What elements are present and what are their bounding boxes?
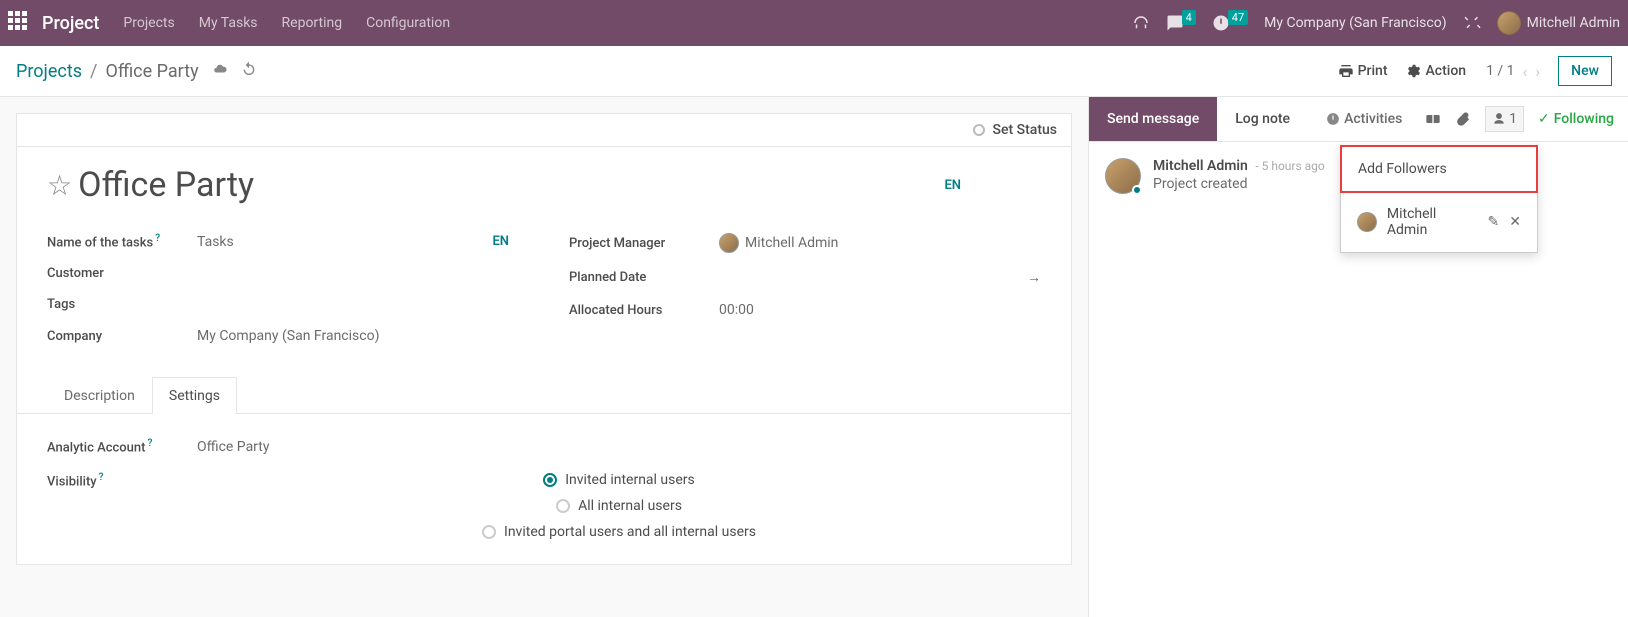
- pager-prev[interactable]: ‹: [1523, 62, 1528, 81]
- activities-badge: 47: [1228, 10, 1248, 25]
- chatter: Send message Log note Activities 1 ✓ Fol…: [1088, 97, 1628, 617]
- new-button[interactable]: New: [1558, 56, 1612, 86]
- debug-icon[interactable]: [1463, 14, 1481, 32]
- company-switcher[interactable]: My Company (San Francisco): [1264, 15, 1446, 31]
- analytic-label: Analytic Account?: [47, 438, 197, 455]
- tabs: Description Settings: [17, 376, 1071, 414]
- action-button[interactable]: Action: [1406, 63, 1467, 79]
- tags-label: Tags: [47, 297, 197, 312]
- message-text: Project created: [1153, 176, 1325, 192]
- breadcrumb-root[interactable]: Projects: [16, 61, 82, 82]
- help-icon[interactable]: ?: [147, 438, 152, 449]
- tasks-lang-badge[interactable]: EN: [492, 234, 509, 249]
- tab-settings[interactable]: Settings: [152, 377, 237, 414]
- print-button[interactable]: Print: [1338, 63, 1388, 79]
- print-label: Print: [1358, 63, 1388, 79]
- message-time: - 5 hours ago: [1255, 159, 1324, 173]
- follower-row[interactable]: Mitchell Admin ✎ ✕: [1341, 192, 1537, 252]
- log-note-button[interactable]: Log note: [1217, 97, 1308, 141]
- edit-icon[interactable]: ✎: [1488, 214, 1500, 230]
- message-author[interactable]: Mitchell Admin: [1153, 158, 1248, 174]
- nav-my-tasks[interactable]: My Tasks: [199, 15, 258, 31]
- help-icon[interactable]: ?: [155, 233, 160, 244]
- star-icon[interactable]: ☆: [47, 169, 72, 202]
- arrow-right-icon: →: [1027, 269, 1041, 286]
- remove-icon[interactable]: ✕: [1509, 214, 1521, 230]
- pager: 1 / 1 ‹ ›: [1486, 62, 1540, 81]
- app-title[interactable]: Project: [42, 13, 99, 34]
- top-nav: Project Projects My Tasks Reporting Conf…: [0, 0, 1628, 46]
- avatar: [1497, 11, 1521, 35]
- company-field[interactable]: My Company (San Francisco): [197, 328, 519, 344]
- avatar: [1357, 212, 1377, 232]
- project-title[interactable]: Office Party: [78, 165, 944, 205]
- following-button[interactable]: ✓ Following: [1538, 111, 1614, 127]
- visibility-option-2[interactable]: Invited portal users and all internal us…: [482, 524, 756, 540]
- alloc-label: Allocated Hours: [569, 303, 719, 318]
- control-bar: Projects / Office Party Print Action 1 /…: [0, 46, 1628, 97]
- nav-reporting[interactable]: Reporting: [282, 15, 343, 31]
- attachment-icon[interactable]: [1455, 111, 1471, 127]
- avatar: [719, 233, 739, 253]
- presence-icon: [1132, 185, 1142, 195]
- add-followers-button[interactable]: Add Followers: [1340, 145, 1538, 193]
- tasks-label: Name of the tasks?: [47, 233, 197, 250]
- lang-badge[interactable]: EN: [944, 178, 961, 193]
- visibility-option-1[interactable]: All internal users: [556, 498, 682, 514]
- activities-icon[interactable]: 47: [1212, 14, 1248, 32]
- action-label: Action: [1426, 63, 1467, 79]
- status-dot-icon: [973, 124, 985, 136]
- planned-label: Planned Date: [569, 270, 719, 285]
- alloc-field[interactable]: 00:00: [719, 302, 1041, 318]
- breadcrumb: Projects / Office Party: [16, 61, 199, 82]
- pm-label: Project Manager: [569, 236, 719, 251]
- analytic-field[interactable]: Office Party: [197, 439, 1041, 455]
- apps-icon[interactable]: [8, 11, 32, 35]
- tab-description[interactable]: Description: [47, 377, 152, 414]
- visibility-label: Visibility?: [47, 472, 197, 489]
- visibility-option-0[interactable]: Invited internal users: [543, 472, 695, 488]
- discard-icon[interactable]: [241, 61, 257, 81]
- set-status-button[interactable]: Set Status: [973, 122, 1057, 138]
- send-message-button[interactable]: Send message: [1089, 97, 1217, 141]
- breadcrumb-current: Office Party: [105, 61, 198, 82]
- cloud-icon[interactable]: [211, 62, 229, 80]
- set-status-label: Set Status: [993, 122, 1057, 138]
- pager-next[interactable]: ›: [1535, 62, 1540, 81]
- pager-text[interactable]: 1 / 1: [1486, 63, 1514, 79]
- messaging-badge: 4: [1182, 10, 1196, 25]
- book-icon[interactable]: [1425, 111, 1441, 127]
- customer-label: Customer: [47, 266, 197, 281]
- nav-projects[interactable]: Projects: [123, 15, 174, 31]
- voip-icon[interactable]: [1132, 14, 1150, 32]
- company-label: Company: [47, 329, 197, 344]
- followers-button[interactable]: 1: [1485, 106, 1524, 132]
- messaging-icon[interactable]: 4: [1166, 14, 1196, 32]
- avatar: [1105, 158, 1141, 194]
- username: Mitchell Admin: [1527, 15, 1620, 31]
- help-icon[interactable]: ?: [99, 472, 104, 483]
- user-menu[interactable]: Mitchell Admin: [1497, 11, 1620, 35]
- follower-name: Mitchell Admin: [1387, 206, 1480, 238]
- follower-popover: Add Followers Mitchell Admin ✎ ✕: [1340, 145, 1538, 253]
- activities-button[interactable]: Activities: [1308, 97, 1420, 141]
- visibility-radio-group: Invited internal users All internal user…: [197, 472, 1041, 540]
- pm-field[interactable]: Mitchell Admin: [719, 233, 1041, 253]
- breadcrumb-sep: /: [90, 61, 97, 82]
- tasks-field[interactable]: TasksEN: [197, 234, 519, 250]
- planned-field[interactable]: →: [719, 269, 1041, 286]
- form-sheet: Set Status ☆ Office Party EN Name of the…: [16, 113, 1072, 565]
- nav-configuration[interactable]: Configuration: [366, 15, 450, 31]
